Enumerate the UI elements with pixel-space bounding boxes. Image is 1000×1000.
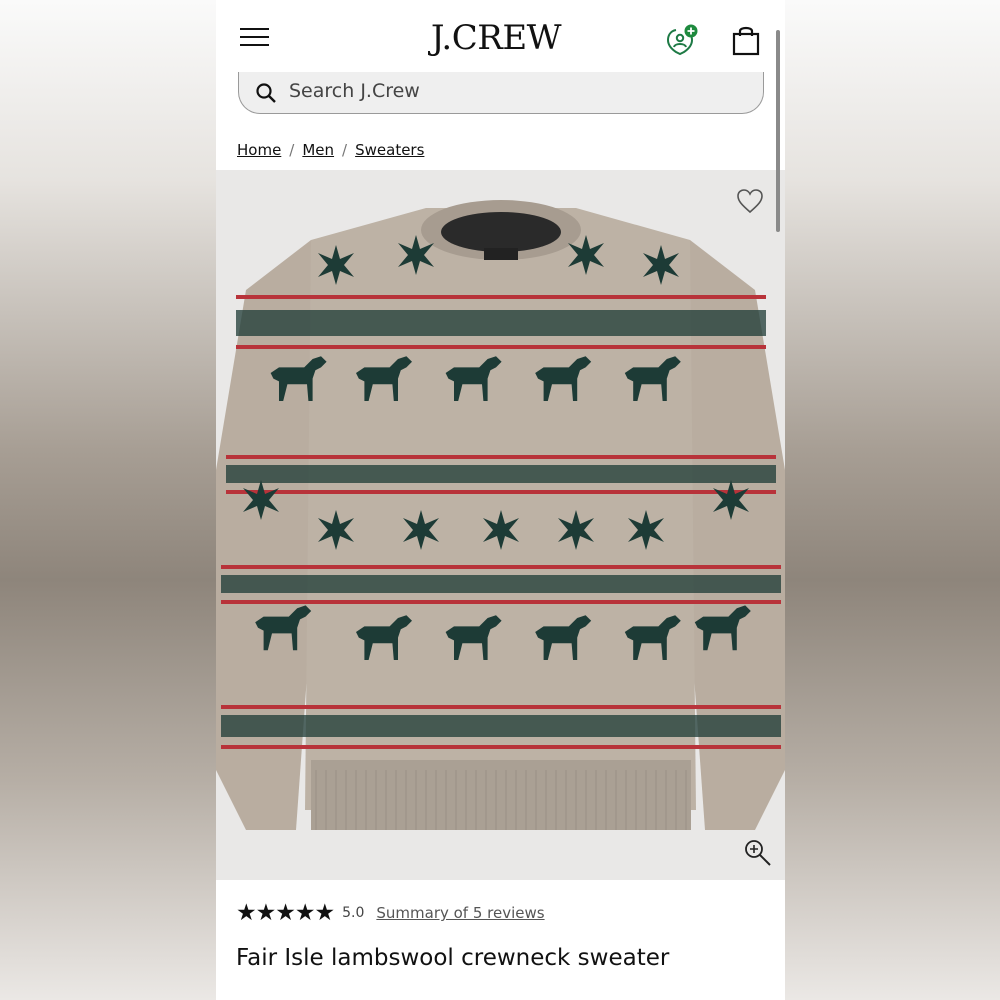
account-icon[interactable] bbox=[664, 22, 700, 58]
rating-value: 5.0 bbox=[342, 905, 365, 921]
background-left bbox=[0, 0, 216, 1000]
header: J.CREW bbox=[216, 0, 785, 72]
sweater-illustration bbox=[216, 200, 785, 830]
site-logo[interactable]: J.CREW bbox=[366, 18, 626, 58]
heart-icon[interactable] bbox=[736, 188, 764, 214]
phone-screen: J.CREW Search J.Crew Home / Men / Sweaters bbox=[216, 0, 785, 1000]
search-input[interactable]: Search J.Crew bbox=[238, 72, 764, 114]
hamburger-menu-icon[interactable] bbox=[240, 26, 270, 48]
breadcrumb-separator: / bbox=[342, 141, 348, 159]
search-icon bbox=[256, 83, 276, 103]
product-title: Fair Isle lambswool crewneck sweater bbox=[236, 945, 670, 971]
reviews-link[interactable]: Summary of 5 reviews bbox=[376, 904, 544, 922]
breadcrumb-separator: / bbox=[289, 141, 295, 159]
breadcrumb-men[interactable]: Men bbox=[302, 141, 334, 159]
shopping-bag-icon[interactable] bbox=[731, 24, 761, 56]
background-right bbox=[784, 0, 1000, 1000]
product-rating: ★★★★★ 5.0 Summary of 5 reviews bbox=[236, 900, 545, 926]
rating-stars: ★★★★★ bbox=[236, 900, 335, 926]
scrollbar[interactable] bbox=[776, 30, 780, 232]
breadcrumb-sweaters[interactable]: Sweaters bbox=[355, 141, 424, 159]
zoom-in-icon[interactable] bbox=[743, 838, 773, 868]
search-placeholder: Search J.Crew bbox=[289, 80, 420, 102]
breadcrumb-home[interactable]: Home bbox=[237, 141, 281, 159]
breadcrumb: Home / Men / Sweaters bbox=[237, 141, 424, 159]
product-image[interactable] bbox=[216, 170, 785, 880]
